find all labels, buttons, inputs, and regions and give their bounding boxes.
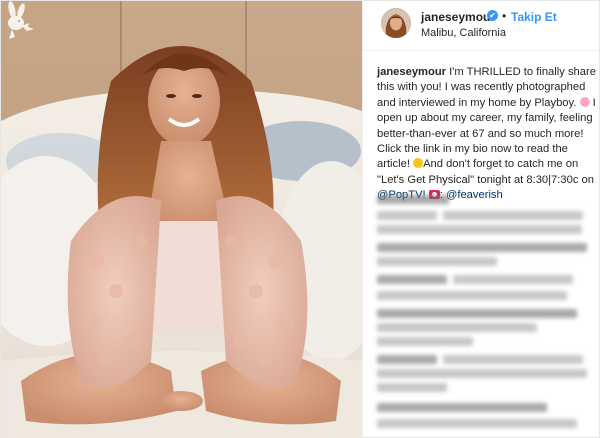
instagram-post: janeseymour ✔ • Takip Et Malibu, Califor… (0, 0, 600, 438)
blurred-comment-line (377, 195, 449, 204)
blurred-comment-line (377, 309, 577, 318)
blurred-comment-line (377, 355, 437, 364)
blurred-comment-line (377, 275, 447, 284)
blurred-comment-line (377, 383, 447, 392)
post-sidebar: janeseymour ✔ • Takip Et Malibu, Califor… (362, 1, 600, 438)
photo-illustration (1, 1, 362, 438)
blurred-comment-line (377, 291, 567, 300)
blurred-comment-line (443, 355, 583, 364)
blurred-comment-line (453, 275, 573, 284)
blurred-comment-line (377, 211, 437, 220)
blurred-comments (377, 187, 599, 437)
caption-text-3: And don't forget to catch me on "Let's G… (377, 158, 594, 186)
verified-badge-icon: ✔ (487, 10, 498, 21)
playboy-bunny-logo (8, 1, 34, 39)
caption-username-link[interactable]: janeseymour (377, 66, 446, 78)
blurred-comment-line (377, 225, 582, 234)
cherry-blossom-emoji-icon (579, 96, 590, 107)
username-link[interactable]: janeseymour (421, 10, 495, 24)
post-caption: janeseymour I'm THRILLED to finally shar… (377, 65, 599, 204)
blurred-comment-line (377, 337, 473, 346)
separator-dot: • (502, 9, 507, 23)
blurred-comment-line (377, 419, 577, 428)
blurred-comment-line (443, 211, 583, 220)
blurred-comment-line (377, 403, 547, 412)
blurred-comment-line (377, 257, 497, 266)
location-link[interactable]: Malibu, California (421, 27, 506, 39)
blurred-comment-line (377, 243, 587, 252)
post-header: janeseymour ✔ • Takip Et Malibu, Califor… (363, 1, 600, 51)
blurred-comment-line (377, 323, 537, 332)
avatar[interactable] (381, 8, 411, 38)
blurred-comment-line (377, 369, 587, 378)
post-photo[interactable] (1, 1, 362, 438)
follow-button[interactable]: Takip Et (511, 10, 557, 24)
smiling-face-emoji-icon (413, 158, 424, 169)
